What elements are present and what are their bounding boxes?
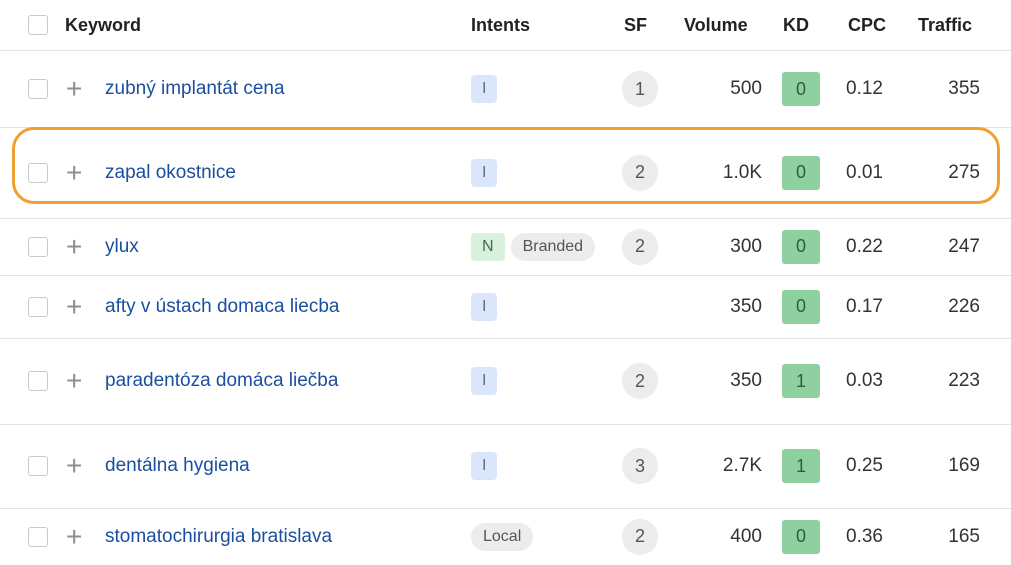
sf-cell: 2 — [622, 508, 658, 565]
cpc-value: 0.22 — [846, 235, 883, 257]
sf-cell: 1 — [622, 51, 658, 127]
plus-icon[interactable]: + — [66, 275, 82, 338]
intents-cell: I — [471, 127, 503, 218]
table-row: + paradentóza domáca liečba I 2 350 1 0.… — [0, 338, 1011, 425]
cpc-value: 0.17 — [846, 295, 883, 317]
cpc-value: 0.25 — [846, 455, 883, 476]
intents-cell: I — [471, 275, 503, 338]
table-header: Keyword Intents SF Volume KD CPC Traffic — [0, 0, 1011, 51]
keyword-link[interactable]: zubný implantát cena — [105, 78, 285, 100]
traffic-value: 165 — [948, 525, 980, 547]
row-checkbox[interactable] — [28, 218, 48, 275]
traffic-value: 275 — [948, 161, 980, 183]
volume-value: 400 — [730, 525, 762, 547]
intents-cell: N Branded — [471, 218, 601, 275]
traffic-value: 355 — [948, 78, 980, 99]
intent-badge: I — [471, 158, 498, 187]
sf-cell: 2 — [622, 218, 658, 275]
intents-cell: I — [471, 51, 503, 127]
header-volume[interactable]: Volume — [684, 0, 748, 50]
kd-badge: 0 — [782, 289, 820, 324]
table-row: + zubný implantát cena I 1 500 0 0.12 35… — [0, 51, 1011, 128]
intent-badge: I — [471, 75, 498, 103]
intent-badge: I — [471, 367, 498, 395]
volume-value: 350 — [730, 295, 762, 317]
serp-features-count[interactable]: 2 — [622, 518, 658, 555]
sf-cell: 3 — [622, 424, 658, 508]
table-row: + ylux N Branded 2 300 0 0.22 247 — [0, 218, 1011, 276]
keyword-link[interactable]: ylux — [105, 236, 139, 258]
intent-badge: N — [471, 232, 505, 261]
plus-icon[interactable]: + — [66, 508, 82, 565]
kd-badge: 0 — [782, 519, 820, 554]
cpc-value: 0.01 — [846, 161, 883, 183]
table-row: + dentálna hygiena I 3 2.7K 1 0.25 169 — [0, 424, 1011, 509]
keyword-link[interactable]: stomatochirurgia bratislava — [105, 526, 332, 548]
plus-icon[interactable]: + — [66, 424, 82, 508]
header-cpc[interactable]: CPC — [848, 0, 886, 50]
table-row: + stomatochirurgia bratislava Local 2 40… — [0, 508, 1011, 565]
table-row: + afty v ústach domaca liecba I 350 0 0.… — [0, 275, 1011, 339]
serp-features-count[interactable]: 2 — [622, 228, 658, 265]
volume-value: 350 — [730, 370, 762, 391]
header-keyword[interactable]: Keyword — [65, 0, 141, 50]
keyword-link[interactable]: zapal okostnice — [105, 162, 236, 184]
header-intents[interactable]: Intents — [471, 0, 530, 50]
serp-features-count[interactable]: 3 — [622, 448, 658, 484]
keyword-link[interactable]: paradentóza domáca liečba — [105, 370, 338, 392]
traffic-value: 226 — [948, 295, 980, 317]
sf-cell: 2 — [622, 338, 658, 424]
intents-cell: Local — [471, 508, 539, 565]
select-all-checkbox[interactable] — [28, 0, 48, 50]
row-checkbox[interactable] — [28, 51, 48, 127]
sf-cell: 2 — [622, 127, 658, 218]
volume-value: 2.7K — [722, 455, 762, 476]
intent-badge: I — [471, 452, 498, 480]
row-checkbox[interactable] — [28, 424, 48, 508]
row-checkbox[interactable] — [28, 275, 48, 338]
intent-badge: I — [471, 292, 498, 321]
volume-value: 300 — [730, 235, 762, 257]
serp-features-count[interactable]: 2 — [622, 363, 658, 399]
kd-badge: 0 — [782, 72, 820, 106]
traffic-value: 169 — [948, 455, 980, 476]
traffic-value: 223 — [948, 370, 980, 391]
kd-badge: 1 — [782, 449, 820, 483]
kd-badge: 1 — [782, 364, 820, 398]
keyword-link[interactable]: dentálna hygiena — [105, 455, 250, 477]
intent-badge: Branded — [510, 232, 596, 261]
plus-icon[interactable]: + — [66, 127, 82, 218]
intents-cell: I — [471, 338, 503, 424]
cpc-value: 0.36 — [846, 525, 883, 547]
kd-badge: 0 — [782, 229, 820, 264]
table-row: + zapal okostnice I 2 1.0K 0 0.01 275 — [0, 127, 1011, 219]
plus-icon[interactable]: + — [66, 218, 82, 275]
traffic-value: 247 — [948, 235, 980, 257]
row-checkbox[interactable] — [28, 508, 48, 565]
intents-cell: I — [471, 424, 503, 508]
volume-value: 1.0K — [722, 161, 762, 183]
serp-features-count[interactable]: 1 — [622, 71, 658, 107]
intent-badge: Local — [471, 522, 534, 551]
header-traffic[interactable]: Traffic — [918, 0, 972, 50]
plus-icon[interactable]: + — [66, 51, 82, 127]
header-sf[interactable]: SF — [624, 0, 647, 50]
row-checkbox[interactable] — [28, 127, 48, 218]
kd-badge: 0 — [782, 155, 820, 190]
keyword-link[interactable]: afty v ústach domaca liecba — [105, 296, 339, 318]
plus-icon[interactable]: + — [66, 338, 82, 424]
header-kd[interactable]: KD — [783, 0, 809, 50]
serp-features-count[interactable]: 2 — [622, 154, 658, 191]
volume-value: 500 — [730, 78, 762, 99]
cpc-value: 0.03 — [846, 370, 883, 391]
cpc-value: 0.12 — [846, 78, 883, 99]
row-checkbox[interactable] — [28, 338, 48, 424]
